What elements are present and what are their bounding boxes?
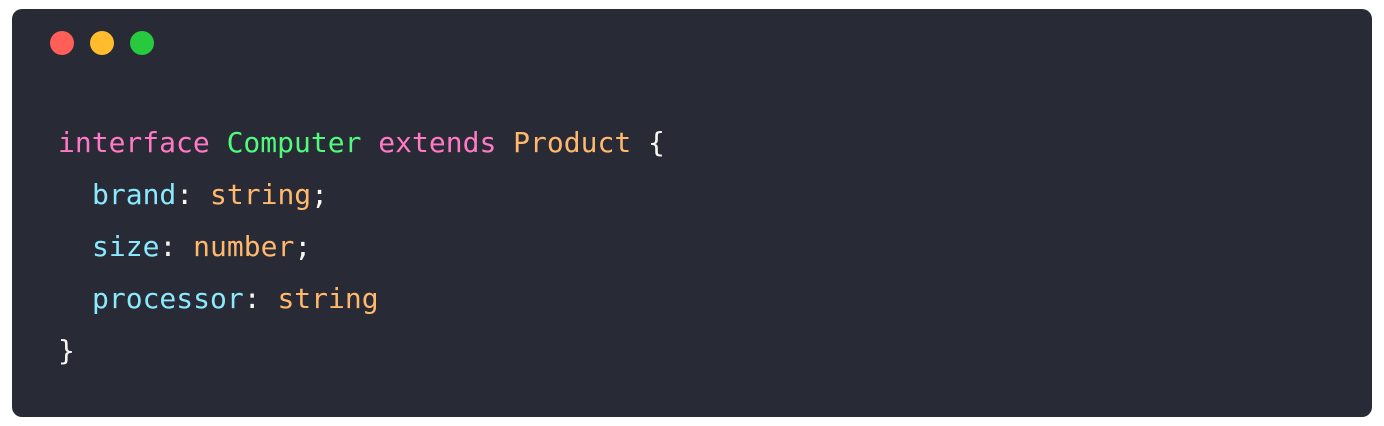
property-token: size	[92, 230, 160, 263]
close-brace: }	[58, 334, 75, 367]
maximize-dot-icon[interactable]	[130, 31, 154, 55]
code-line-2: brand: string;	[58, 169, 665, 221]
open-brace: {	[648, 126, 665, 159]
semicolon: ;	[311, 178, 329, 211]
window-controls	[50, 31, 154, 55]
close-dot-icon[interactable]	[50, 31, 74, 55]
code-line-3: size: number;	[58, 221, 665, 273]
base-type-token: Product	[513, 126, 632, 159]
code-line-5: }	[58, 325, 665, 377]
keyword-token: interface	[58, 126, 210, 159]
code-block: interface Computer extends Product {bran…	[58, 117, 665, 377]
colon: :	[159, 230, 177, 263]
semicolon: ;	[294, 230, 312, 263]
keyword-token: extends	[378, 126, 497, 159]
code-line-4: processor: string	[58, 273, 665, 325]
colon: :	[176, 178, 194, 211]
property-token: processor	[92, 282, 244, 315]
code-line-1: interface Computer extends Product {	[58, 117, 665, 169]
type-token: string	[277, 282, 379, 315]
type-token: string	[210, 178, 312, 211]
interface-name-token: Computer	[226, 126, 362, 159]
property-token: brand	[92, 178, 177, 211]
minimize-dot-icon[interactable]	[90, 31, 114, 55]
type-token: number	[193, 230, 295, 263]
code-window: interface Computer extends Product {bran…	[12, 9, 1372, 417]
colon: :	[243, 282, 261, 315]
